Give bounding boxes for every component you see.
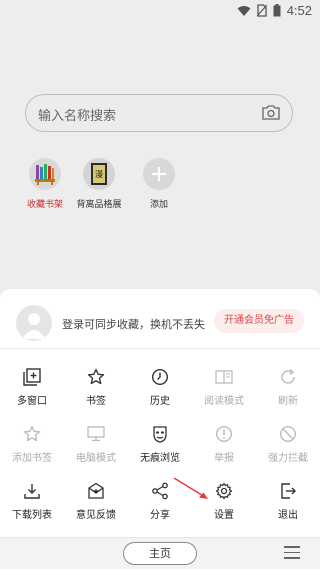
menu-row: 下载列表 意见反馈 分享 设置 退出: [0, 473, 320, 530]
menu-item-label: 添加书签: [12, 453, 52, 464]
menu-item-bookmarks[interactable]: 书签: [64, 359, 128, 416]
download-icon: [24, 484, 40, 499]
menu-item-add-bookmark[interactable]: 添加书签: [0, 416, 64, 473]
feedback-icon: [88, 482, 104, 499]
clock-time: 4:52: [286, 3, 312, 18]
gear-icon: [215, 482, 233, 500]
menu-item-downloads[interactable]: 下载列表: [0, 473, 64, 530]
clock-icon: [151, 368, 169, 386]
exit-icon: [281, 483, 296, 499]
user-icon: [22, 313, 46, 339]
block-icon: [279, 425, 297, 443]
login-prompt[interactable]: 登录可同步收藏，换机不丢失: [62, 316, 205, 332]
menu-item-incognito[interactable]: 无痕浏览: [128, 416, 192, 473]
menu-item-reader-mode[interactable]: 阅读模式: [192, 359, 256, 416]
svg-text:漫: 漫: [95, 169, 103, 179]
menu-grid: 多窗口 书签 历史 阅读模式 刷新 添加书签 电脑模式 无痕浏览 举报 强力拦截…: [0, 359, 320, 530]
menu-sheet: 登录可同步收藏，换机不丢失 开通会员免广告 多窗口 书签 历史 阅读模式 刷新 …: [0, 289, 320, 569]
monitor-icon: [87, 426, 105, 442]
menu-item-label: 刷新: [278, 396, 298, 407]
annotation-arrow-icon: [173, 477, 208, 499]
shortcut-book[interactable]: 漫 背离品格展: [68, 158, 130, 210]
avatar[interactable]: [16, 305, 52, 341]
menu-item-label: 多窗口: [17, 396, 47, 407]
book-icon: [215, 370, 233, 384]
menu-item-history[interactable]: 历史: [128, 359, 192, 416]
menu-item-label: 退出: [278, 510, 298, 521]
menu-item-feedback[interactable]: 意见反馈: [64, 473, 128, 530]
menu-item-label: 无痕浏览: [140, 453, 180, 464]
bottom-bar: 主页: [0, 537, 320, 569]
wifi-icon: [237, 5, 251, 16]
menu-item-exit[interactable]: 退出: [256, 473, 320, 530]
camera-icon[interactable]: [262, 104, 280, 120]
shortcut-add[interactable]: 添加: [128, 158, 190, 210]
home-button[interactable]: 主页: [123, 542, 197, 565]
login-row[interactable]: 登录可同步收藏，换机不丢失 开通会员免广告: [0, 289, 320, 349]
book-cover-icon: 漫: [91, 163, 107, 185]
battery-icon: [273, 4, 281, 17]
menu-item-strong-block[interactable]: 强力拦截: [256, 416, 320, 473]
menu-item-label: 阅读模式: [204, 396, 244, 407]
share-icon: [152, 482, 168, 500]
search-input[interactable]: 输入名称搜索: [38, 105, 116, 124]
menu-item-multi-window[interactable]: 多窗口: [0, 359, 64, 416]
no-sim-icon: [256, 4, 267, 17]
menu-item-label: 下载列表: [12, 510, 52, 521]
menu-item-label: 书签: [86, 396, 106, 407]
home-page: 输入名称搜索 收藏书架 漫 背离品格展 添加: [0, 24, 320, 289]
star-icon: [87, 368, 105, 385]
menu-item-label: 举报: [214, 453, 234, 464]
menu-item-label: 设置: [214, 510, 234, 521]
menu-item-report[interactable]: 举报: [192, 416, 256, 473]
menu-row: 多窗口 书签 历史 阅读模式 刷新: [0, 359, 320, 416]
star-plus-icon: [23, 425, 41, 442]
alert-icon: [215, 425, 233, 443]
menu-item-label: 强力拦截: [268, 453, 308, 464]
status-bar: 4:52: [0, 0, 320, 24]
menu-item-label: 分享: [150, 510, 170, 521]
bookshelf-icon: [35, 164, 55, 185]
menu-row: 添加书签 电脑模式 无痕浏览 举报 强力拦截: [0, 416, 320, 473]
shortcut-bookshelf[interactable]: 收藏书架: [14, 158, 76, 210]
mask-icon: [153, 426, 167, 443]
shortcut-label: 收藏书架: [26, 200, 63, 210]
menu-item-desktop-mode[interactable]: 电脑模式: [64, 416, 128, 473]
vip-button[interactable]: 开通会员免广告: [214, 309, 304, 333]
menu-item-label: 意见反馈: [76, 510, 116, 521]
hamburger-menu-icon[interactable]: [284, 546, 300, 560]
plus-icon: [152, 167, 166, 181]
shortcut-label: 背离品格展: [76, 200, 122, 210]
menu-item-refresh[interactable]: 刷新: [256, 359, 320, 416]
menu-item-label: 电脑模式: [76, 453, 116, 464]
multi-window-icon: [23, 368, 41, 386]
search-bar[interactable]: 输入名称搜索: [25, 94, 293, 132]
shortcut-label: 添加: [149, 200, 168, 210]
refresh-icon: [281, 369, 295, 384]
menu-item-label: 历史: [150, 396, 170, 407]
